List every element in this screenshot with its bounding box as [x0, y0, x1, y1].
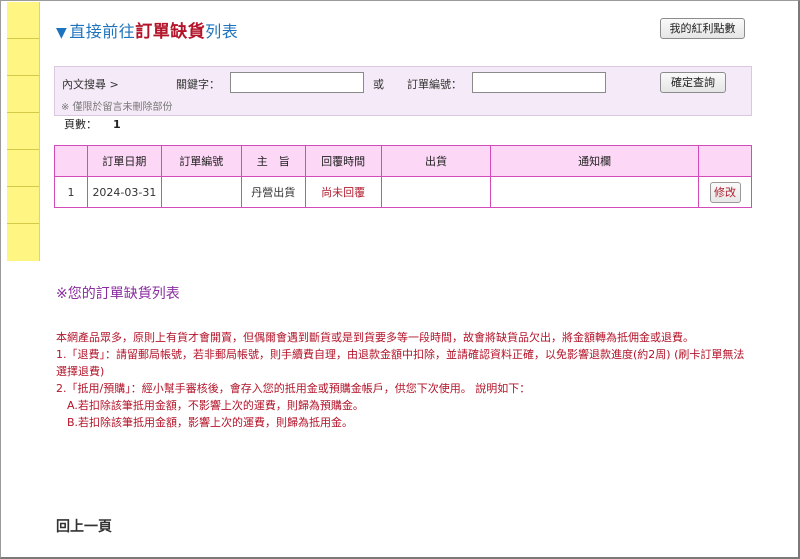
- sidebar-cell[interactable]: [7, 113, 39, 150]
- row-action-cell: 修改: [698, 176, 752, 208]
- title-highlight: 訂單缺貨: [135, 22, 206, 42]
- table-row: 1 2024-03-31 丹營出貨 尚未回覆 修改: [54, 176, 752, 208]
- search-section-label: 內文搜尋 >: [62, 78, 119, 91]
- row-reply-status: 尚未回覆: [304, 176, 382, 208]
- info-section-title: ※您的訂單缺貨列表: [56, 286, 180, 302]
- row-shipping: [380, 176, 492, 208]
- or-label: 或: [373, 78, 384, 91]
- col-header-date: 訂單日期: [86, 145, 162, 177]
- table-header-row: 訂單日期 訂單編號 主 旨 回覆時間 出貨 通知欄: [54, 145, 752, 177]
- row-notice: [490, 176, 699, 208]
- back-link[interactable]: 回上一頁: [56, 516, 112, 536]
- page-title: ▼ 直接前往訂單缺貨列表: [56, 17, 238, 42]
- info-credit-rule-b: B.若扣除該筆抵用金額，影響上次的運費，則歸為抵用金。: [67, 416, 354, 429]
- sidebar-cell[interactable]: [7, 2, 39, 39]
- info-body: 本網產品眾多，原則上有貨才會開賣，但偶爾會遇到斷貨或是到貨要多等一段時間，故會將…: [56, 329, 746, 431]
- col-header-shipping: 出貨: [380, 145, 492, 177]
- title-suffix: 列表: [205, 22, 239, 41]
- col-header-subject: 主 旨: [240, 145, 306, 177]
- info-credit-rule-a: A.若扣除該筆抵用金額，不影響上次的運費，則歸為預購金。: [67, 399, 364, 412]
- sidebar-cell[interactable]: [7, 39, 39, 76]
- keyword-input[interactable]: [230, 72, 364, 93]
- col-header-order-no: 訂單編號: [160, 145, 242, 177]
- info-credit: 2.「抵用/預購」：經小幫手審核後，會存入您的抵用金或預購金帳戶，供您下次使用。…: [56, 382, 531, 395]
- col-header-reply-time: 回覆時間: [304, 145, 382, 177]
- row-order-no: [160, 176, 242, 208]
- order-number-input[interactable]: [472, 72, 606, 93]
- sidebar-cell[interactable]: [7, 150, 39, 187]
- search-submit-button[interactable]: 確定查詢: [660, 72, 726, 93]
- bonus-points-button[interactable]: 我的紅利點數: [660, 18, 745, 39]
- left-sidebar: [7, 2, 40, 261]
- col-header-index: [54, 145, 88, 177]
- sidebar-cell[interactable]: [7, 187, 39, 224]
- pagination: 頁數： 1: [64, 116, 121, 132]
- row-subject: 丹營出貨: [240, 176, 306, 208]
- orders-table: 訂單日期 訂單編號 主 旨 回覆時間 出貨 通知欄 1 2024-03-31 丹…: [54, 145, 752, 208]
- row-date: 2024-03-31: [86, 176, 162, 208]
- col-header-action: [698, 145, 752, 177]
- title-prefix: 直接前往: [69, 22, 136, 41]
- sidebar-cell[interactable]: [7, 76, 39, 113]
- keyword-label: 關鍵字：: [176, 78, 220, 91]
- search-note: ※ 僅限於留言未刪除部份: [61, 102, 173, 113]
- info-intro: 本網產品眾多，原則上有貨才會開賣，但偶爾會遇到斷貨或是到貨要多等一段時間，故會將…: [56, 331, 694, 344]
- pagination-label: 頁數：: [64, 118, 97, 131]
- search-panel: 內文搜尋 > 關鍵字： 或 訂單編號： 確定查詢 ※ 僅限於留言未刪除部份: [54, 66, 752, 116]
- page-number[interactable]: 1: [113, 118, 121, 131]
- edit-button[interactable]: 修改: [709, 181, 741, 203]
- col-header-notice: 通知欄: [490, 145, 699, 177]
- order-number-label: 訂單編號：: [407, 78, 462, 91]
- info-refund: 1.「退費」：請留郵局帳號，若非郵局帳號，則手續費自理，由退款金額中扣除，並請確…: [56, 348, 745, 378]
- row-index: 1: [54, 176, 88, 208]
- sidebar-cell[interactable]: [7, 224, 39, 261]
- triangle-down-icon: ▼: [56, 25, 68, 41]
